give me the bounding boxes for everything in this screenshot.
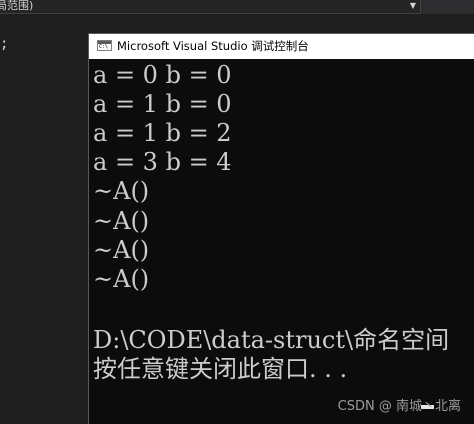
console-output[interactable]: a = 0 b = 0 a = 1 b = 0 a = 1 b = 2 a = … [89, 59, 474, 424]
output-line: a = 1 b = 0 [93, 90, 232, 118]
output-line: ~A() [93, 207, 150, 235]
output-line: a = 3 b = 4 [93, 148, 232, 176]
console-app-icon: C:\ [97, 40, 112, 51]
code-text: ; [0, 36, 9, 52]
icon-glyph: C:\ [99, 44, 109, 50]
output-line: ~A() [93, 177, 150, 205]
console-title: Microsoft Visual Studio 调试控制台 [117, 39, 309, 53]
output-line: a = 1 b = 2 [93, 119, 232, 147]
output-path-line: D:\CODE\data-struct\命名空间 [93, 326, 450, 354]
output-line: ~A() [93, 236, 150, 264]
scope-dropdown[interactable]: 局范围) ▼ [0, 0, 421, 14]
output-line: a = 0 b = 0 [93, 61, 232, 89]
code-line-fragment: ; [0, 36, 8, 52]
scope-dropdown-label: 局范围) [0, 0, 34, 12]
watermark: CSDN @ 南城丶北离 [337, 399, 461, 414]
console-title-bar[interactable]: C:\ Microsoft Visual Studio 调试控制台 [89, 34, 474, 59]
debug-console-window[interactable]: C:\ Microsoft Visual Studio 调试控制台 a = 0 … [88, 33, 474, 424]
chevron-down-icon[interactable]: ▼ [408, 0, 418, 12]
output-prompt-line: 按任意键关闭此窗口. . . [93, 355, 348, 383]
output-line: ~A() [93, 265, 150, 293]
screen: 局范围) ▼ ; C:\ Microsoft Visual Studio 调试控… [0, 0, 474, 424]
